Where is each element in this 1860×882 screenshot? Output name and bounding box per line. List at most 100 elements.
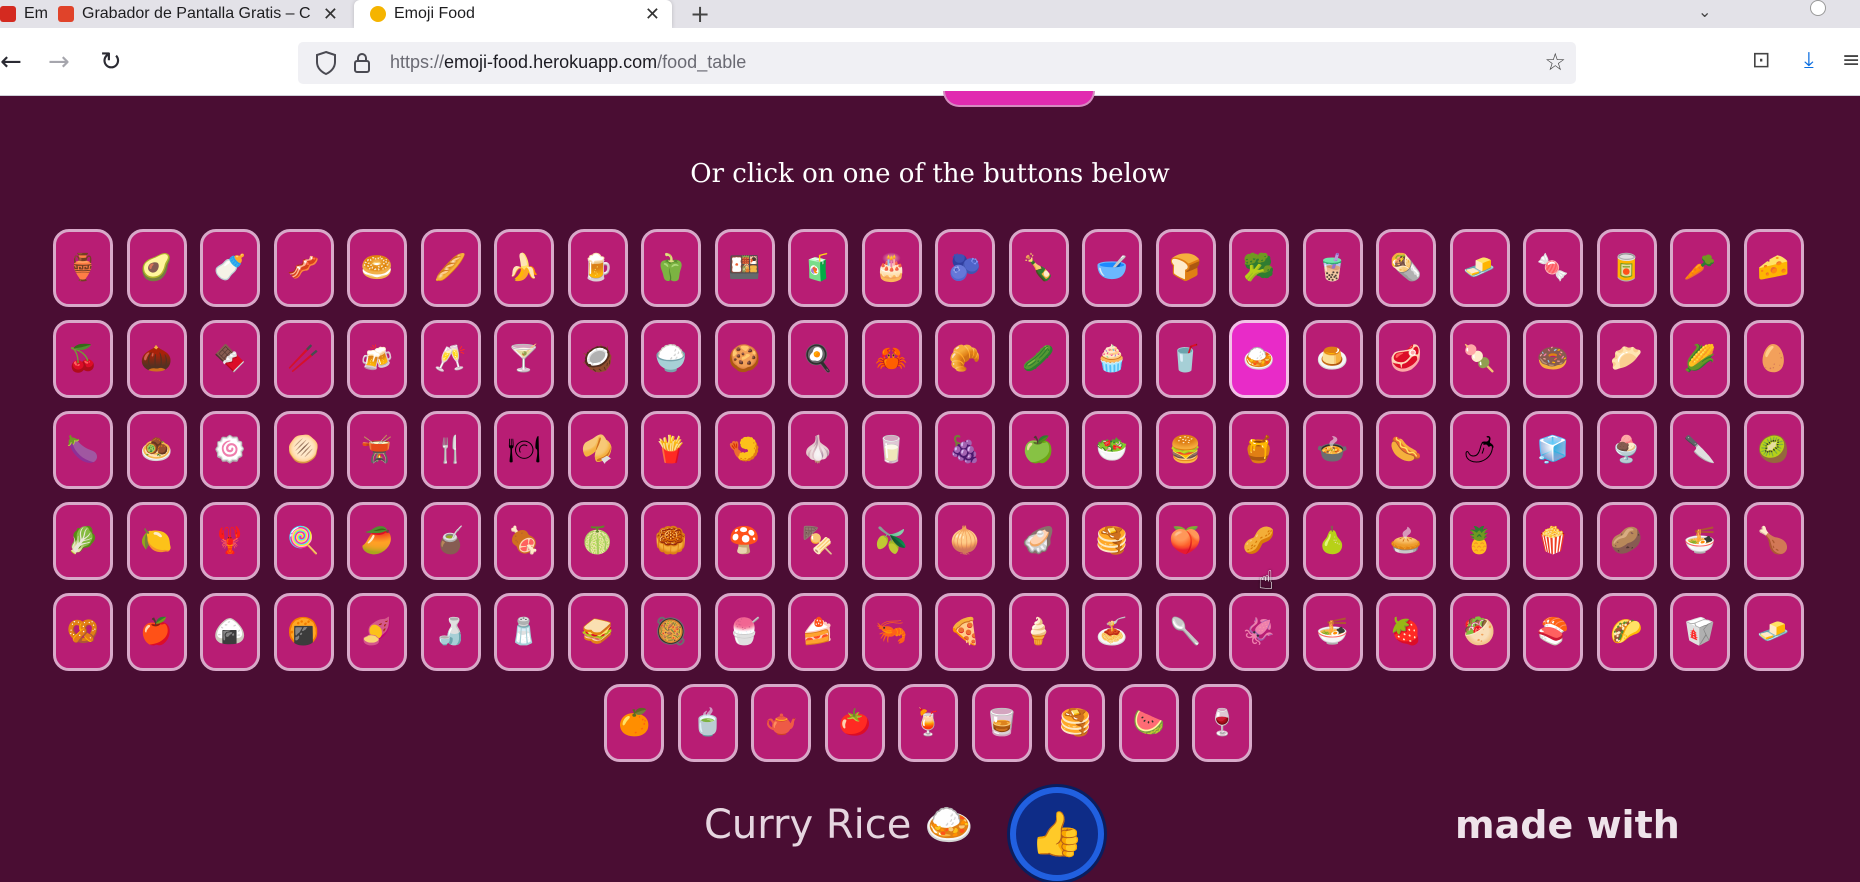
food-button[interactable]: 🍵 <box>677 684 738 762</box>
food-button[interactable]: 🍋 <box>126 502 187 580</box>
food-button[interactable]: 🥙 <box>1449 593 1510 671</box>
food-button[interactable]: 🥞 <box>1082 502 1142 580</box>
tab-list-icon[interactable]: ⌄ <box>1698 2 1711 21</box>
food-button[interactable]: 🍆 <box>53 411 113 489</box>
food-button[interactable]: 🥟 <box>1596 320 1657 398</box>
food-button[interactable]: 🍯 <box>1229 411 1289 489</box>
food-button[interactable]: 🥐 <box>935 320 995 398</box>
food-button[interactable]: 🍖 <box>494 502 554 580</box>
food-button[interactable]: 🥘 <box>641 593 701 671</box>
food-button[interactable]: 🍼 <box>200 229 260 307</box>
food-button[interactable]: 🎂 <box>861 229 922 307</box>
food-button[interactable]: 🥠 <box>567 411 628 489</box>
food-button[interactable]: 🍺 <box>567 229 628 307</box>
tab-emoji-food-active[interactable]: Emoji Food ✕ <box>354 0 672 28</box>
food-button[interactable]: 🍰 <box>788 593 848 671</box>
food-button[interactable]: 🧈 <box>1743 593 1804 671</box>
food-button[interactable]: 🦪 <box>1008 502 1069 580</box>
food-button[interactable]: 🍿 <box>1523 502 1583 580</box>
food-button[interactable]: 🍍 <box>1449 502 1510 580</box>
food-button[interactable]: 🥥 <box>567 320 628 398</box>
food-button[interactable]: 🏺 <box>53 229 113 307</box>
food-button[interactable]: 🍌 <box>494 229 554 307</box>
food-button[interactable]: 🫑 <box>641 229 701 307</box>
food-button[interactable]: 🍊 <box>604 684 665 762</box>
back-icon[interactable]: ← <box>0 48 22 76</box>
address-bar[interactable]: https://emoji-food.herokuapp.com/food_ta… <box>298 42 1576 84</box>
food-button[interactable]: 🧂 <box>494 593 554 671</box>
reload-icon[interactable]: ↻ <box>100 48 122 76</box>
food-button[interactable]: 🍻 <box>347 320 407 398</box>
food-button[interactable]: 🌮 <box>1596 593 1657 671</box>
food-button[interactable]: 🥚 <box>1743 320 1804 398</box>
food-button[interactable]: 🍱 <box>714 229 775 307</box>
food-button[interactable]: 🍡 <box>1449 320 1510 398</box>
food-button[interactable]: 🫐 <box>935 229 995 307</box>
food-button[interactable]: 🍹 <box>898 684 959 762</box>
food-button[interactable]: 🍦 <box>1008 593 1069 671</box>
food-button[interactable]: 🍐 <box>1302 502 1363 580</box>
food-button[interactable]: 🥬 <box>53 502 113 580</box>
pocket-icon[interactable]: ⊡ <box>1752 48 1770 73</box>
food-button[interactable]: 🦐 <box>861 593 922 671</box>
food-button[interactable]: 🍮 <box>1302 320 1363 398</box>
food-button[interactable]: 🥢 <box>273 320 334 398</box>
food-button[interactable]: 🥔 <box>1596 502 1657 580</box>
food-button[interactable]: 🍟 <box>641 411 701 489</box>
food-button[interactable]: 🍄 <box>714 502 775 580</box>
food-button[interactable]: 🍽 <box>494 411 554 489</box>
close-tab-icon[interactable]: ✕ <box>323 4 338 25</box>
food-button[interactable]: 🍭 <box>273 502 334 580</box>
food-button[interactable]: 🥗 <box>1082 411 1142 489</box>
food-button[interactable]: 🫒 <box>861 502 922 580</box>
food-button[interactable]: 🍨 <box>1596 411 1657 489</box>
food-button[interactable]: 🧄 <box>788 411 848 489</box>
food-button[interactable]: 🍔 <box>1155 411 1216 489</box>
food-button[interactable]: 🍘 <box>273 593 334 671</box>
food-button[interactable]: 🍎 <box>126 593 187 671</box>
food-button[interactable]: 🍗 <box>1743 502 1804 580</box>
food-button[interactable]: 🥣 <box>1082 229 1142 307</box>
close-tab-icon[interactable]: ✕ <box>645 4 660 25</box>
tab-grabador[interactable]: Grabador de Pantalla Gratis – C ✕ <box>48 0 350 28</box>
random-button[interactable] <box>943 91 1095 107</box>
food-button[interactable]: 🍲 <box>1302 411 1363 489</box>
food-button[interactable]: 🍜 <box>1302 593 1363 671</box>
menu-icon[interactable]: ≡ <box>1842 48 1860 73</box>
food-button[interactable]: 🍕 <box>935 593 995 671</box>
food-button[interactable]: 🍝 <box>1082 593 1142 671</box>
food-button[interactable]: 🦞 <box>200 502 260 580</box>
food-button[interactable]: 🍒 <box>53 320 113 398</box>
shield-icon[interactable] <box>314 50 338 76</box>
food-button[interactable]: 🥛 <box>861 411 922 489</box>
food-button[interactable]: 🍥 <box>200 411 260 489</box>
bookmark-star-icon[interactable]: ☆ <box>1544 48 1566 76</box>
food-button[interactable]: 🍤 <box>714 411 775 489</box>
food-button[interactable]: 🍇 <box>935 411 995 489</box>
food-button[interactable]: 🥦 <box>1229 229 1289 307</box>
food-button[interactable]: 🧉 <box>420 502 481 580</box>
food-button[interactable]: 🥑 <box>126 229 187 307</box>
new-tab-icon[interactable]: + <box>690 0 710 28</box>
like-button[interactable]: 👍 <box>1010 787 1104 881</box>
food-button[interactable]: 🍛 <box>1229 320 1289 398</box>
food-button[interactable]: 🌭 <box>1376 411 1436 489</box>
food-button[interactable]: 🥞 <box>1045 684 1106 762</box>
food-button[interactable]: 🥄 <box>1155 593 1216 671</box>
food-button[interactable]: 🥫 <box>1596 229 1657 307</box>
food-button[interactable]: 🧋 <box>1302 229 1363 307</box>
forward-icon[interactable]: → <box>48 48 70 76</box>
food-button[interactable]: 🧃 <box>788 229 848 307</box>
food-button[interactable]: 🌽 <box>1670 320 1730 398</box>
food-button[interactable]: 🦑 <box>1229 593 1289 671</box>
food-button[interactable]: 🥖 <box>420 229 481 307</box>
food-button[interactable]: 🥝 <box>1743 411 1804 489</box>
food-button[interactable]: 🫓 <box>273 411 334 489</box>
food-button[interactable]: 🍧 <box>714 593 775 671</box>
food-button[interactable]: 🌶 <box>1449 411 1510 489</box>
food-button[interactable]: 🍅 <box>824 684 885 762</box>
food-button[interactable]: 🍈 <box>567 502 628 580</box>
food-button[interactable]: 🍴 <box>420 411 481 489</box>
food-button[interactable]: 🍬 <box>1523 229 1583 307</box>
food-button[interactable]: 🍜 <box>1670 502 1730 580</box>
